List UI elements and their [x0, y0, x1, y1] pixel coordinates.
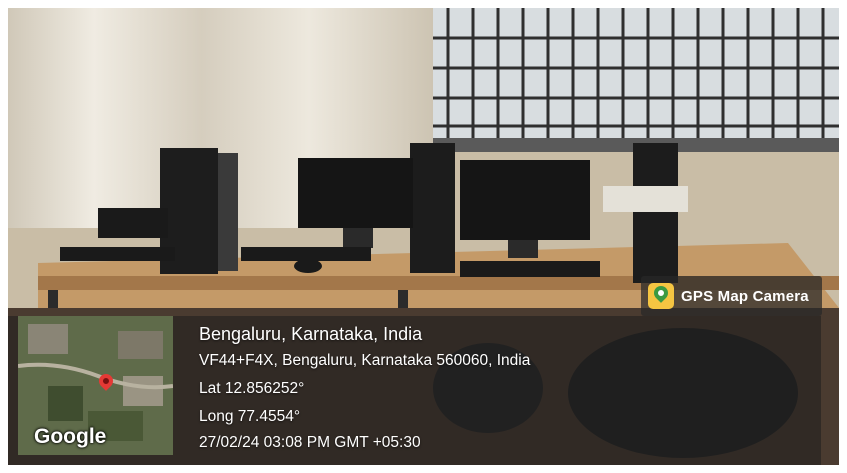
map-brand-label: Google [34, 425, 107, 448]
map-thumbnail: Google [18, 316, 173, 455]
plus-code-line: VF44+F4X, Bengaluru, Karnataka 560060, I… [199, 352, 531, 369]
longitude-line: Long 77.4554° [199, 408, 301, 425]
map-pin-app-icon [648, 283, 674, 309]
address-line: Bengaluru, Karnataka, India [199, 324, 423, 344]
latitude-line: Lat 12.856252° [199, 380, 305, 397]
gps-map-camera-badge: GPS Map Camera [641, 276, 822, 316]
datetime-line: 27/02/24 03:08 PM GMT +05:30 [199, 434, 421, 451]
badge-label: GPS Map Camera [681, 287, 809, 305]
